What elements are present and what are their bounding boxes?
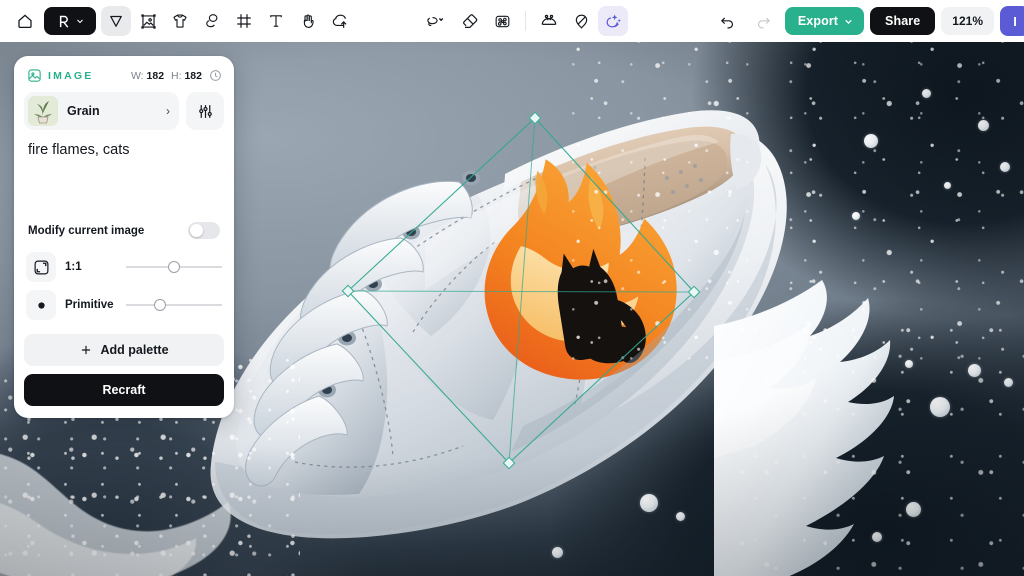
panel-title: IMAGE (48, 70, 93, 82)
select-cursor-icon (107, 12, 125, 30)
hand-icon (299, 12, 317, 30)
modify-current-image-label: Modify current image (28, 225, 144, 237)
primitive-label: Primitive (65, 299, 117, 311)
pattern-icon (493, 12, 512, 31)
mockup-tshirt-icon (171, 12, 189, 30)
toolbar-right-group: Export Share 121% I (713, 6, 1018, 36)
toolbar-left-group (0, 6, 355, 36)
ai-tools-button[interactable] (598, 6, 628, 36)
share-button[interactable]: Share (870, 7, 935, 35)
dimensions: W: 182 H: 182 (131, 69, 222, 82)
eraser-tool-button[interactable] (455, 6, 485, 36)
panel-header: IMAGE W: 182 H: 182 (24, 66, 224, 92)
avatar[interactable]: I (1000, 6, 1024, 36)
image-icon (27, 68, 42, 83)
frame-icon (235, 12, 253, 30)
modify-current-image-toggle[interactable] (188, 222, 220, 239)
eraser-icon (461, 12, 480, 31)
frame-tool-button[interactable] (229, 6, 259, 36)
width-readout: W: 182 (131, 70, 164, 82)
recraft-button[interactable]: Recraft (24, 374, 224, 406)
mockup-tool-button[interactable] (165, 6, 195, 36)
slider-thumb[interactable] (154, 299, 166, 311)
recraft-editor: IMAGE W: 182 H: 182 (0, 0, 1024, 576)
mockup-stand-button[interactable] (534, 6, 564, 36)
lasso-icon (424, 11, 444, 31)
aspect-ratio-slider[interactable] (126, 259, 222, 275)
chevron-down-icon (843, 16, 854, 27)
recraft-label: Recraft (102, 383, 145, 397)
toggle-knob (190, 224, 204, 238)
plant-thumbnail-icon (28, 96, 58, 126)
select-tool-button[interactable] (101, 6, 131, 36)
image-tool-button[interactable] (133, 6, 163, 36)
style-name: Grain (67, 104, 100, 118)
clock-icon[interactable] (209, 69, 222, 82)
primitive-slider[interactable] (126, 297, 222, 313)
undo-icon (719, 13, 736, 30)
prompt-input[interactable]: fire flames, cats (24, 130, 224, 216)
magic-ai-icon (603, 11, 623, 31)
layers-tool-button[interactable] (197, 6, 227, 36)
style-thumbnail (28, 96, 58, 126)
sliders-icon (197, 103, 214, 120)
share-label: Share (885, 14, 920, 28)
home-button[interactable] (10, 6, 40, 36)
plus-icon (79, 343, 93, 357)
no-background-icon (572, 12, 591, 31)
text-tool-button[interactable] (261, 6, 291, 36)
style-selector[interactable]: Grain › (24, 92, 179, 130)
add-palette-button[interactable]: Add palette (24, 334, 224, 366)
upload-icon (331, 12, 350, 31)
mockup-stand-icon (539, 11, 559, 31)
top-toolbar: Export Share 121% I (0, 0, 1024, 42)
aspect-ratio-row: 1:1 (24, 248, 224, 286)
slider-track (126, 304, 222, 305)
style-row: Grain › (24, 92, 224, 130)
chevron-right-icon: › (166, 105, 170, 117)
lasso-tool-button[interactable] (415, 6, 453, 36)
add-palette-label: Add palette (100, 343, 168, 357)
zoom-level-button[interactable]: 121% (941, 7, 994, 35)
aspect-ratio-label: 1:1 (65, 261, 117, 273)
hand-tool-button[interactable] (293, 6, 323, 36)
aspect-ratio-button[interactable] (26, 252, 56, 282)
remove-background-button[interactable] (566, 6, 596, 36)
layers-icon (203, 12, 221, 30)
export-button[interactable]: Export (785, 7, 864, 35)
primitive-button[interactable] (26, 290, 56, 320)
chevron-down-icon (75, 16, 85, 26)
toolbar-center-group (415, 6, 628, 36)
redo-icon (755, 13, 772, 30)
pattern-tool-button[interactable] (487, 6, 517, 36)
text-icon (267, 12, 285, 30)
toolbar-divider (525, 11, 526, 31)
image-properties-panel: IMAGE W: 182 H: 182 (14, 56, 234, 418)
upload-tool-button[interactable] (325, 6, 355, 36)
brand-menu-button[interactable] (44, 7, 96, 35)
redo-button[interactable] (749, 6, 779, 36)
style-settings-button[interactable] (186, 92, 224, 130)
export-label: Export (798, 14, 838, 28)
undo-button[interactable] (713, 6, 743, 36)
slider-thumb[interactable] (168, 261, 180, 273)
image-frame-icon (139, 12, 158, 31)
aspect-ratio-icon (33, 259, 50, 276)
home-icon (16, 12, 34, 30)
modify-current-image-row: Modify current image (24, 216, 224, 248)
primitive-dot-icon (33, 297, 50, 314)
brand-logo (55, 13, 72, 30)
primitive-row: Primitive (24, 286, 224, 324)
height-readout: H: 182 (171, 70, 202, 82)
